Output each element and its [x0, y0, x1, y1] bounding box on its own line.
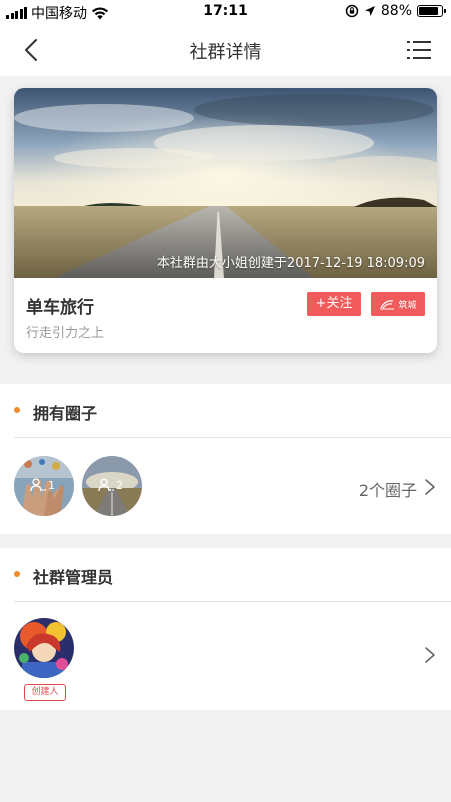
circle-avatar[interactable]: 2: [82, 456, 142, 516]
chevron-right-icon[interactable]: [423, 478, 437, 496]
brand-badge[interactable]: 筑城: [371, 292, 425, 316]
admins-section: 社群管理员 创建人: [0, 548, 451, 710]
members-icon: [98, 478, 114, 492]
community-card-area: 本社群由大小姐创建于2017-12-19 18:09:09 单车旅行 行走引力之…: [0, 76, 451, 374]
community-description: 行走引力之上: [26, 326, 105, 341]
circle-member-count: 1: [30, 478, 55, 492]
status-bar: 中国移动 17:11 88%: [0, 0, 451, 24]
circle-member-count-value: 1: [48, 478, 55, 492]
circles-section: 拥有圈子 1 2 2个圈子: [0, 384, 451, 534]
menu-icon[interactable]: [405, 36, 433, 64]
members-icon: [30, 478, 46, 492]
circles-section-title: 拥有圈子: [33, 404, 98, 423]
section-dot: [14, 407, 20, 413]
created-info: 本社群由大小姐创建于2017-12-19 18:09:09: [156, 256, 425, 271]
brand-logo-icon: [380, 300, 395, 310]
circles-section-header: 拥有圈子: [14, 384, 451, 438]
community-cover-image: [14, 88, 437, 278]
chevron-right-icon[interactable]: [423, 646, 437, 664]
battery-fill: [419, 7, 439, 15]
circle-avatar[interactable]: 1: [14, 456, 74, 516]
nav-bar: 社群详情: [0, 24, 451, 76]
circle-member-count: 2: [98, 478, 123, 492]
location-arrow-icon: [364, 6, 375, 16]
brand-label: 筑城: [398, 300, 417, 311]
page-title: 社群详情: [189, 42, 262, 63]
admin-avatar[interactable]: [14, 618, 74, 678]
community-card: 本社群由大小姐创建于2017-12-19 18:09:09 单车旅行 行走引力之…: [14, 88, 437, 353]
admins-section-header: 社群管理员: [14, 548, 451, 602]
status-right: 88%: [345, 3, 446, 19]
section-dot: [14, 571, 20, 577]
creator-tag: 创建人: [24, 684, 66, 701]
admins-section-title: 社群管理员: [33, 568, 114, 587]
circles-count-link[interactable]: 2个圈子: [359, 477, 417, 501]
community-name: 单车旅行: [26, 298, 94, 318]
circle-member-count-value: 2: [116, 478, 123, 492]
battery-percent: 88%: [380, 3, 412, 19]
rotation-lock-icon: [345, 4, 359, 18]
follow-button[interactable]: +关注: [307, 292, 361, 316]
battery-icon: [417, 5, 446, 17]
